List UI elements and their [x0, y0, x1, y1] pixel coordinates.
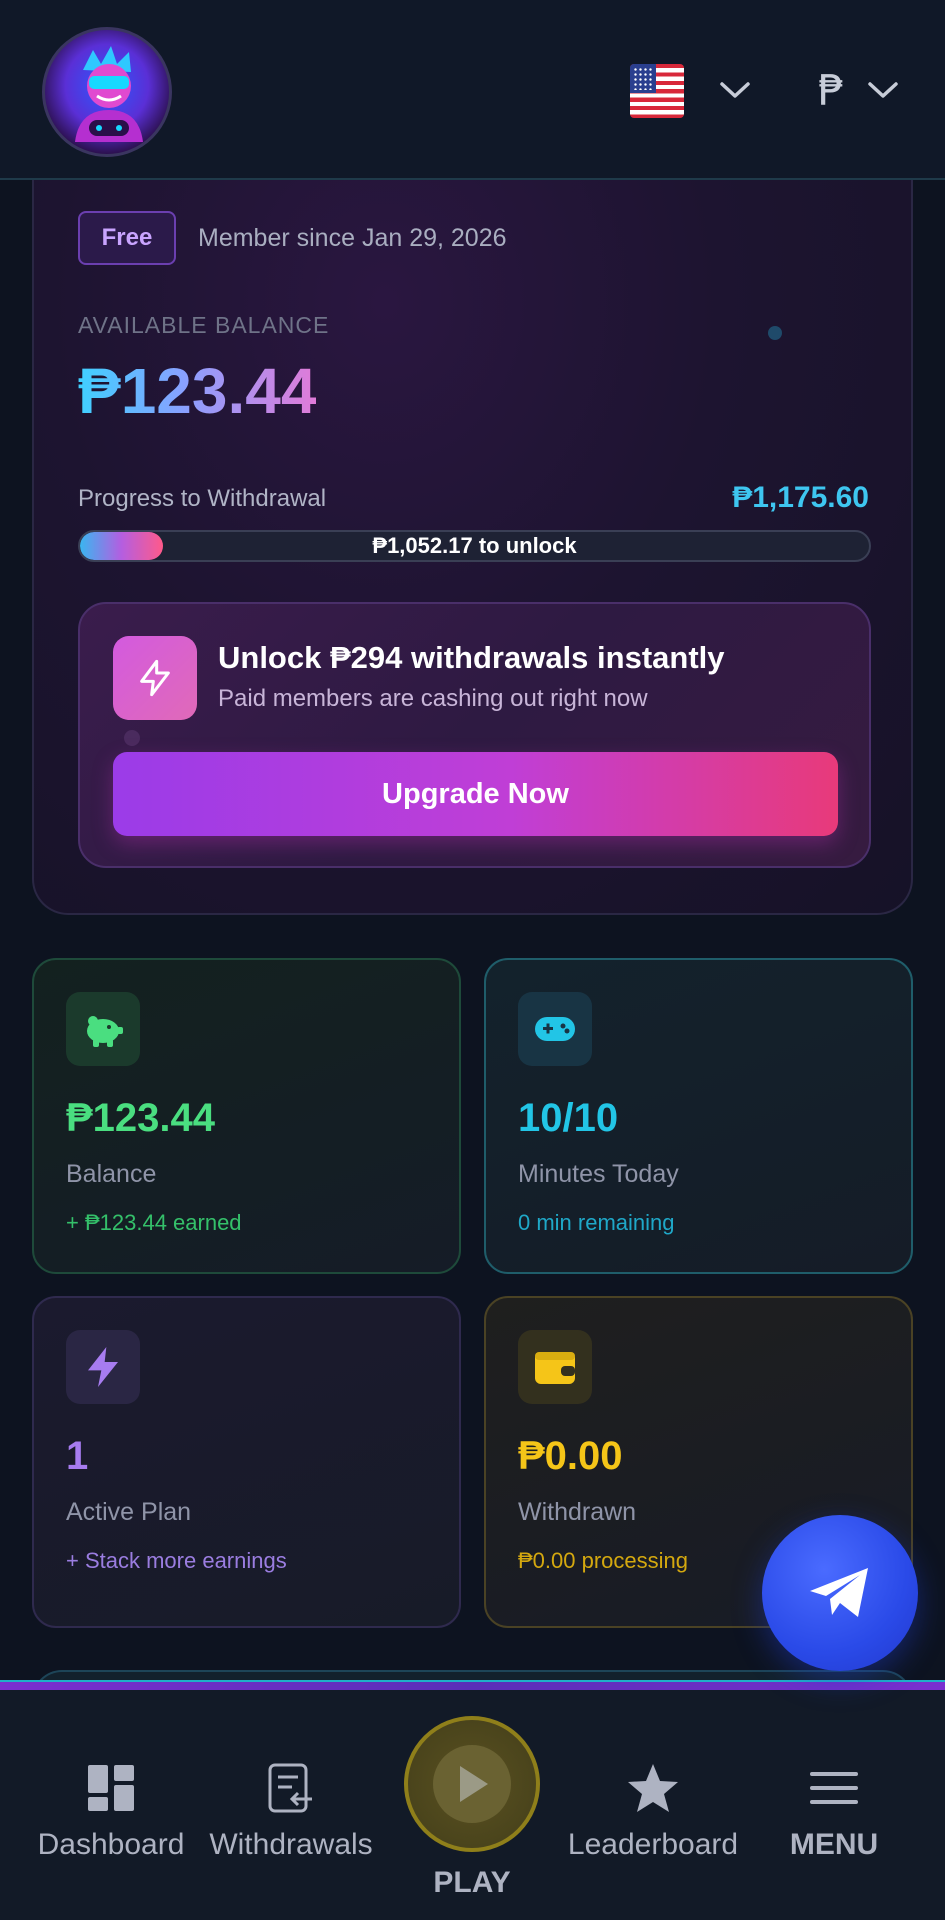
telegram-icon	[810, 1568, 868, 1617]
available-balance-amount: ₱123.44	[78, 355, 317, 427]
gamepad-icon	[518, 992, 592, 1066]
language-chevron-down-icon[interactable]	[718, 78, 752, 102]
promo-subtitle: Paid members are cashing out right now	[218, 685, 648, 712]
wallet-icon	[518, 1330, 592, 1404]
tier-badge: Free	[78, 211, 176, 265]
upgrade-now-button[interactable]: Upgrade Now	[113, 752, 838, 836]
stack-more-link[interactable]: + Stack more earnings	[66, 1548, 287, 1574]
upgrade-promo: Unlock ₱294 withdrawals instantly Paid m…	[78, 602, 871, 868]
withdrawal-progress-bar: ₱1,052.17 to unlock	[78, 530, 871, 562]
balance-card: Free Member since Jan 29, 2026 AVAILABLE…	[32, 150, 913, 915]
star-icon	[623, 1758, 683, 1818]
bottom-nav: Dashboard Withdrawals PLAY Leaderboard M…	[0, 1680, 945, 1920]
lightning-icon	[113, 636, 197, 720]
minutes-label: Minutes Today	[518, 1160, 679, 1188]
nav-dashboard[interactable]: Dashboard	[30, 1680, 192, 1920]
play-label: PLAY	[433, 1866, 511, 1899]
progress-label: Progress to Withdrawal	[78, 485, 327, 512]
balance-label: Balance	[66, 1160, 157, 1188]
progress-target: ₱1,175.60	[732, 481, 869, 514]
us-flag-icon[interactable]	[630, 64, 684, 118]
member-since: Member since Jan 29, 2026	[198, 224, 507, 252]
plan-label: Active Plan	[66, 1498, 192, 1526]
processing-amount: ₱0.00 processing	[518, 1548, 688, 1573]
balance-value: ₱123.44	[66, 1096, 216, 1140]
nav-dashboard-label: Dashboard	[37, 1828, 185, 1861]
nav-leaderboard-label: Leaderboard	[567, 1828, 739, 1861]
plan-stat-card[interactable]: 1 Active Plan + Stack more earnings	[32, 1296, 461, 1628]
minutes-stat-card[interactable]: 10/10 Minutes Today 0 min remaining	[484, 958, 913, 1274]
minutes-remaining: 0 min remaining	[518, 1210, 675, 1235]
withdrawn-value: ₱0.00	[518, 1434, 623, 1478]
withdrawals-icon	[261, 1758, 321, 1818]
available-balance-label: AVAILABLE BALANCE	[78, 312, 330, 338]
telegram-button[interactable]	[762, 1515, 918, 1671]
progress-text: ₱1,052.17 to unlock	[372, 533, 577, 558]
currency-symbol[interactable]: ₱	[818, 66, 845, 115]
nav-menu-label: MENU	[789, 1828, 879, 1861]
top-header: ₱	[0, 0, 945, 180]
nav-withdrawals-label: Withdrawals	[209, 1828, 373, 1861]
promo-title: Unlock ₱294 withdrawals instantly	[218, 640, 725, 675]
decorative-dot	[768, 326, 782, 340]
gamer-mascot-icon	[75, 46, 143, 142]
withdrawn-label: Withdrawn	[518, 1498, 637, 1526]
avatar[interactable]	[42, 27, 172, 157]
piggy-bank-icon	[66, 992, 140, 1066]
hamburger-menu-icon	[804, 1758, 864, 1818]
nav-withdrawals[interactable]: Withdrawals	[204, 1680, 378, 1920]
decorative-dot	[124, 730, 140, 746]
balance-stat-card[interactable]: ₱123.44 Balance + ₱123.44 earned	[32, 958, 461, 1274]
play-button[interactable]	[404, 1716, 540, 1852]
lightning-icon	[66, 1330, 140, 1404]
dashboard-icon	[81, 1758, 141, 1818]
plan-value: 1	[66, 1434, 89, 1478]
minutes-value: 10/10	[518, 1096, 619, 1140]
currency-chevron-down-icon[interactable]	[866, 78, 900, 102]
nav-leaderboard[interactable]: Leaderboard	[560, 1680, 746, 1920]
nav-menu[interactable]: MENU	[770, 1680, 898, 1920]
play-icon	[433, 1745, 511, 1823]
balance-earned: + ₱123.44 earned	[66, 1210, 242, 1235]
